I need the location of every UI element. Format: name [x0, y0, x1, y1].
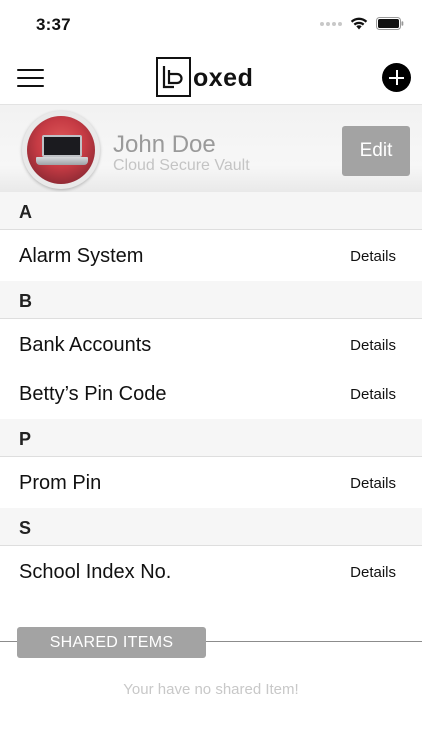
section-letter: S	[19, 518, 32, 538]
add-item-button[interactable]	[382, 63, 411, 92]
details-button[interactable]: Details	[350, 475, 396, 492]
nav-bar: oxed	[0, 50, 422, 104]
item-title: School Index No.	[19, 561, 172, 583]
section-letter: P	[19, 429, 32, 449]
item-title: Betty’s Pin Code	[19, 383, 167, 405]
list-item[interactable]: Betty’s Pin Code Details	[0, 369, 422, 419]
edit-button[interactable]: Edit	[342, 126, 410, 176]
shared-items-tab[interactable]: SHARED ITEMS	[17, 627, 206, 658]
details-button[interactable]: Details	[350, 386, 396, 403]
details-button[interactable]: Details	[350, 248, 396, 265]
section-header-a: A	[0, 192, 422, 230]
list-item[interactable]: School Index No. Details	[0, 547, 422, 597]
profile-name: John Doe	[113, 131, 216, 158]
status-icons	[320, 17, 404, 30]
item-title: Alarm System	[19, 245, 144, 267]
profile-subtitle: Cloud Secure Vault	[113, 157, 250, 174]
menu-icon[interactable]	[17, 69, 44, 87]
list-item[interactable]: Alarm System Details	[0, 231, 422, 281]
laptop-photo	[27, 116, 95, 184]
battery-icon	[376, 17, 404, 30]
details-button[interactable]: Details	[350, 337, 396, 354]
section-header-s: S	[0, 508, 422, 546]
logo-mark	[156, 57, 191, 97]
logo-text: oxed	[193, 64, 254, 92]
section-letter: B	[19, 291, 32, 311]
section-letter: A	[19, 202, 32, 222]
avatar[interactable]	[22, 111, 100, 189]
item-title: Bank Accounts	[19, 334, 152, 356]
details-button[interactable]: Details	[350, 564, 396, 581]
app-logo: oxed	[156, 57, 253, 97]
section-header-b: B	[0, 281, 422, 319]
cellular-signal-icon	[320, 21, 342, 26]
section-header-p: P	[0, 419, 422, 457]
status-bar: 3:37	[0, 0, 422, 50]
list-item[interactable]: Bank Accounts Details	[0, 320, 422, 370]
status-time: 3:37	[36, 15, 71, 34]
list-item[interactable]: Prom Pin Details	[0, 458, 422, 508]
profile-header: John Doe Cloud Secure Vault Edit	[0, 104, 422, 192]
shared-empty-message: Your have no shared Item!	[123, 681, 299, 698]
item-title: Prom Pin	[19, 472, 102, 494]
wifi-icon	[350, 17, 368, 30]
